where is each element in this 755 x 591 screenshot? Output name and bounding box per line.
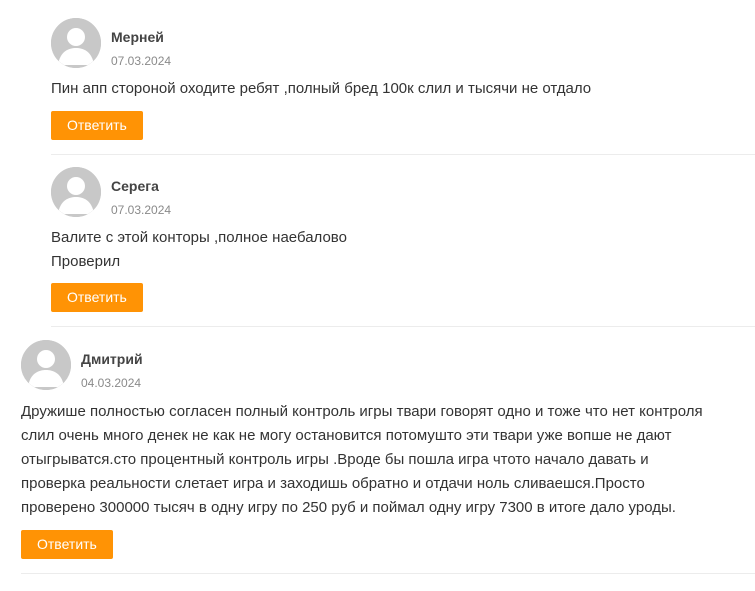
comment-author: Мерней (111, 29, 164, 45)
comment-divider (51, 326, 755, 327)
comment-author: Дмитрий (81, 351, 143, 367)
comment-divider (51, 154, 755, 155)
comment-text-line: Дружише полностью согласен полный контро… (21, 403, 703, 420)
comment-date: 04.03.2024 (81, 376, 142, 390)
comment-text: Валите с этой конторы ,полное наебалово … (51, 226, 347, 274)
comment-text-line: отыгрыватся.сто процентный контроль игры… (21, 451, 649, 468)
comment-date: 07.03.2024 (111, 203, 172, 217)
user-avatar-icon (51, 167, 101, 217)
comment-text-line: проверка реальности слетает игра и заход… (21, 475, 645, 492)
comment-author: Серега (111, 178, 159, 194)
user-avatar-icon (51, 18, 101, 68)
comment-text: Дружише полностью согласен полный контро… (21, 400, 703, 520)
comment-text-line: Пин апп стороной оходите ребят ,полный б… (51, 80, 592, 97)
user-avatar-icon (21, 340, 71, 390)
reply-button[interactable]: Ответить (51, 283, 143, 312)
comment-text-line: проверено 300000 тысяч в одну игру по 25… (21, 499, 676, 516)
comment-text-line: слил очень много денек не как не могу ос… (21, 427, 672, 444)
reply-button[interactable]: Ответить (51, 111, 143, 140)
comment-divider (21, 573, 755, 574)
comment-text-line: Проверил (51, 253, 121, 270)
reply-button[interactable]: Ответить (21, 530, 113, 559)
comment-text-line: Валите с этой конторы ,полное наебалово (51, 229, 347, 246)
comment-date: 07.03.2024 (111, 54, 172, 68)
comment-text: Пин апп стороной оходите ребят ,полный б… (51, 77, 591, 101)
